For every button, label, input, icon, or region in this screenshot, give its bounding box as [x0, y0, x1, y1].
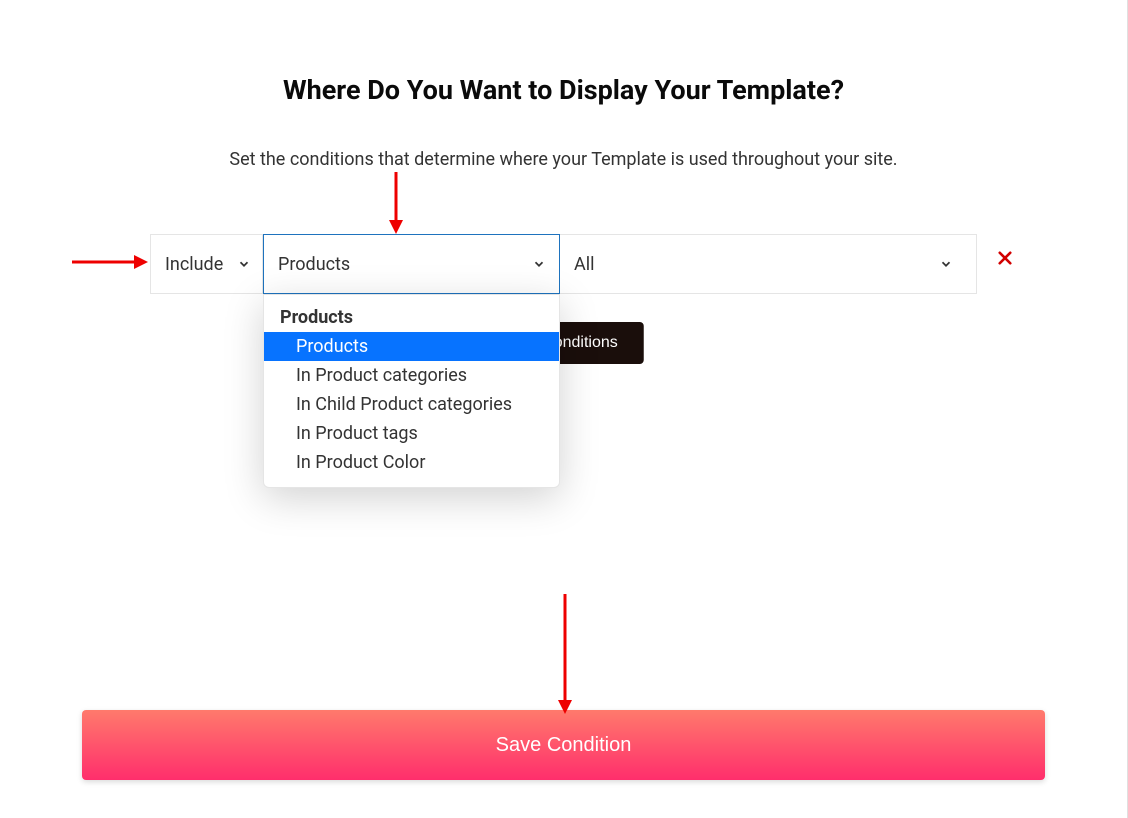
save-condition-label: Save Condition: [496, 734, 632, 757]
save-condition-button[interactable]: Save Condition: [82, 710, 1045, 780]
dropdown-item-product-categories[interactable]: In Product categories: [264, 361, 559, 390]
close-icon: [996, 248, 1014, 273]
dropdown-item-child-product-categories[interactable]: In Child Product categories: [264, 390, 559, 419]
products-dropdown: Products Products In Product categories …: [263, 294, 560, 488]
products-select[interactable]: Products: [263, 234, 560, 294]
include-select-label: Include: [165, 254, 223, 275]
dropdown-item-product-color[interactable]: In Product Color: [264, 448, 559, 477]
chevron-down-icon: [531, 256, 547, 272]
all-select[interactable]: All: [560, 234, 977, 294]
condition-row: Include Products All: [150, 234, 977, 294]
dropdown-item-product-tags[interactable]: In Product tags: [264, 419, 559, 448]
page-subtitle: Set the conditions that determine where …: [0, 149, 1127, 170]
all-select-label: All: [574, 254, 595, 275]
products-select-label: Products: [278, 254, 350, 275]
annotation-arrow-icon: [389, 172, 403, 234]
chevron-down-icon: [236, 256, 252, 272]
dropdown-item-products[interactable]: Products: [264, 332, 559, 361]
remove-condition-button[interactable]: [993, 248, 1017, 272]
chevron-down-icon: [938, 256, 954, 272]
annotation-arrow-icon: [558, 594, 572, 714]
dropdown-group-label: Products: [264, 301, 559, 332]
include-select[interactable]: Include: [150, 234, 263, 294]
page-title: Where Do You Want to Display Your Templa…: [0, 0, 1127, 106]
annotation-arrow-icon: [72, 255, 148, 269]
